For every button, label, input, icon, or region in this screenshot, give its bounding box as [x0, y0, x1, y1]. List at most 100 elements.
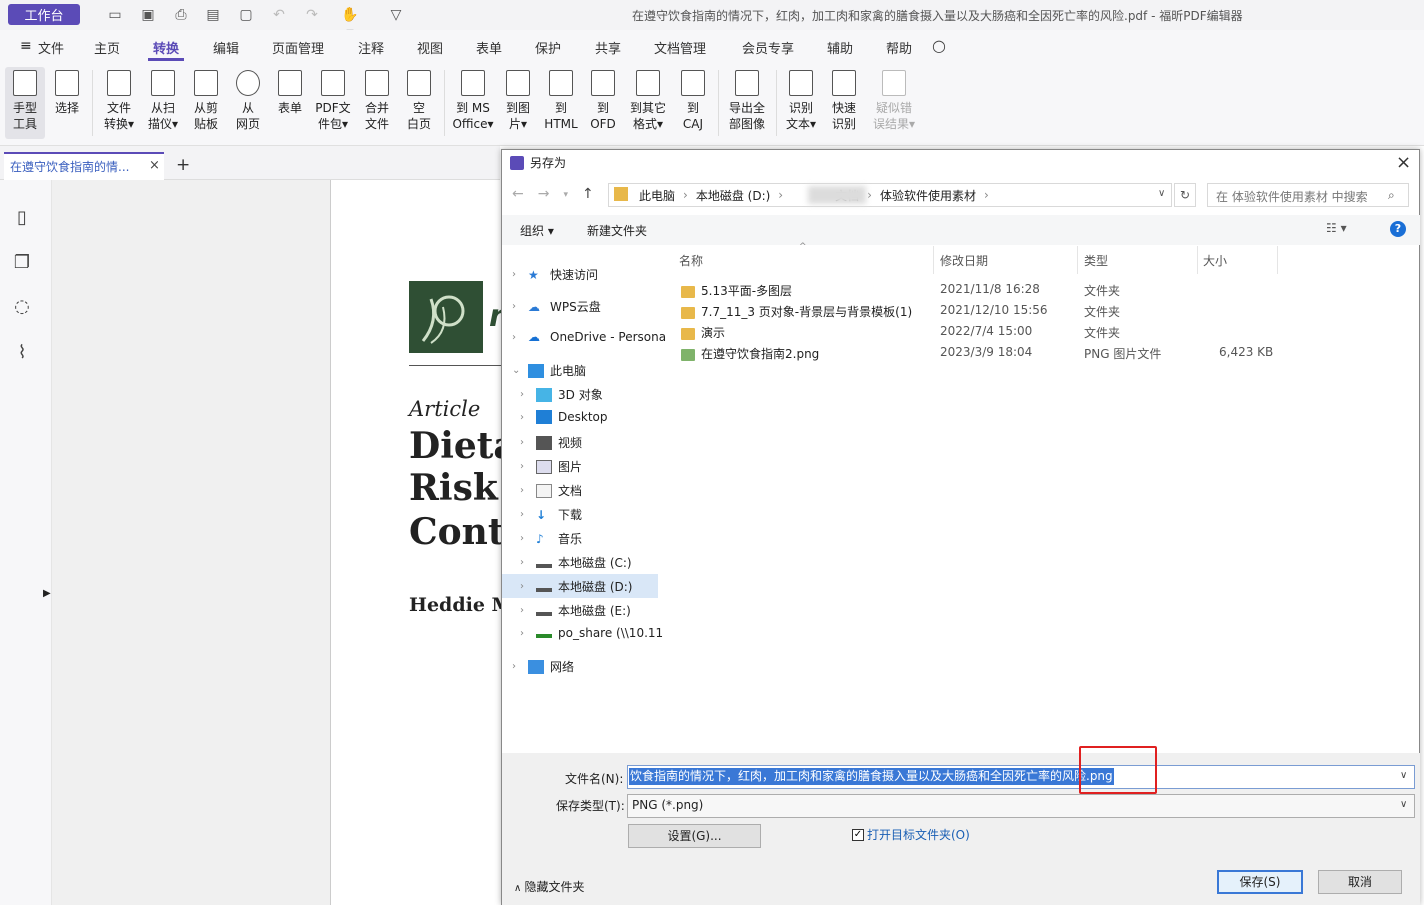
view-options-icon[interactable]: ☷ ▾ — [1326, 221, 1347, 235]
nav-pictures[interactable]: › 图片 — [520, 458, 582, 475]
open-folder-checkbox[interactable]: ✓ 打开目标文件夹(O) — [852, 826, 970, 843]
export-all-images-button[interactable]: 导出全 部图像 — [723, 66, 771, 142]
from-scanner-button[interactable]: 从扫 描仪▾ — [142, 66, 184, 142]
close-tab-icon[interactable]: × — [149, 158, 160, 173]
nav-network[interactable]: › 网络 — [512, 658, 574, 675]
nav-3d-objects[interactable]: › 3D 对象 — [520, 386, 603, 403]
nav-videos[interactable]: › 视频 — [520, 434, 582, 451]
file-row[interactable]: 5.13平面-多图层 — [681, 282, 792, 299]
nav-desktop[interactable]: › Desktop — [520, 410, 608, 424]
open-icon[interactable]: ▭ — [106, 6, 124, 24]
undo-icon[interactable]: ↶ — [270, 6, 288, 24]
recent-dropdown-icon[interactable]: ▾ — [563, 186, 568, 204]
nav-music[interactable]: › ♪ 音乐 — [520, 530, 582, 547]
merge-files-button[interactable]: 合并 文件 — [357, 66, 397, 142]
new-icon[interactable]: ▢ — [237, 6, 255, 24]
nav-wps-cloud[interactable]: › ☁ WPS云盘 — [512, 298, 601, 315]
menu-assist[interactable]: 辅助 — [827, 38, 853, 57]
ocr-text-button[interactable]: 识别 文本▾ — [781, 66, 821, 142]
nav-quick-access[interactable]: › ★ 快速访问 — [512, 266, 598, 283]
search-input[interactable]: 在 体验软件使用素材 中搜索 — [1207, 183, 1409, 207]
address-bar[interactable]: 此电脑› 本地磁盘 (D:)› 文档› 体验软件使用素材› — [608, 183, 1172, 207]
pages-icon[interactable]: ❐ — [12, 252, 32, 273]
nav-drive-e[interactable]: › 本地磁盘 (E:) — [520, 602, 631, 619]
comment-icon[interactable]: ◌ — [12, 296, 32, 317]
column-name[interactable]: 名称 — [679, 252, 703, 269]
customize-icon[interactable]: ▽ — [387, 6, 405, 24]
column-size[interactable]: 大小 — [1203, 252, 1227, 269]
menu-convert[interactable]: 转换 — [153, 38, 179, 57]
settings-button[interactable]: 设置(G)... — [628, 824, 761, 848]
workbench-button[interactable]: 工作台 — [8, 4, 80, 25]
hamburger-icon[interactable]: ≡ — [20, 38, 32, 54]
to-other-format-button[interactable]: 到其它 格式▾ — [624, 66, 672, 142]
file-row[interactable]: 7.7_11_3 页对象-背景层与背景模板(1) — [681, 303, 912, 320]
to-office-button[interactable]: 到 MS Office▾ — [450, 66, 496, 142]
from-webpage-button[interactable]: 从 网页 — [228, 66, 268, 142]
document-tab[interactable]: 在遵守饮食指南的情... — [4, 152, 164, 180]
column-type[interactable]: 类型 — [1084, 252, 1108, 269]
suspect-errors-button[interactable]: 疑似错 误结果▾ — [867, 66, 921, 142]
refresh-icon[interactable]: ↻ — [1174, 183, 1196, 207]
quick-ocr-button[interactable]: 快速 识别 — [824, 66, 864, 142]
to-image-button[interactable]: 到图 片▾ — [498, 66, 538, 142]
hand-dropdown-icon[interactable]: ✋▾ — [338, 6, 362, 41]
select-tool-button[interactable]: 选择 — [47, 66, 87, 142]
nav-documents[interactable]: › 文档 — [520, 482, 582, 499]
cancel-button[interactable]: 取消 — [1318, 870, 1402, 894]
menu-member[interactable]: 会员专享 — [742, 38, 794, 57]
blank-page-button[interactable]: 空 白页 — [399, 66, 439, 142]
column-divider[interactable] — [933, 246, 934, 274]
pdf-package-button[interactable]: PDF文 件包▾ — [311, 66, 355, 142]
attachment-icon[interactable]: ⌇ — [12, 342, 32, 363]
crumb-current-folder[interactable]: 体验软件使用素材 — [880, 187, 976, 204]
bookmark-icon[interactable]: ▯ — [12, 207, 32, 228]
redo-icon[interactable]: ↷ — [303, 6, 321, 24]
hide-folders-toggle[interactable]: ∧ 隐藏文件夹 — [514, 878, 585, 895]
forward-icon[interactable]: → — [538, 186, 550, 204]
address-dropdown-icon[interactable]: ∨ — [1158, 188, 1165, 199]
column-date[interactable]: 修改日期 — [940, 252, 988, 269]
nav-drive-d[interactable]: › 本地磁盘 (D:) — [520, 578, 632, 595]
save-type-select[interactable]: PNG (*.png) — [627, 794, 1415, 818]
nav-drive-c[interactable]: › 本地磁盘 (C:) — [520, 554, 632, 571]
menu-comment[interactable]: 注释 — [358, 38, 384, 57]
save-icon[interactable]: ▣ — [139, 6, 157, 24]
organize-button[interactable]: 组织 ▾ — [520, 222, 554, 239]
nav-downloads[interactable]: › ↓ 下载 — [520, 506, 582, 523]
file-convert-button[interactable]: 文件 转换▾ — [98, 66, 140, 142]
print-icon[interactable]: ⎙ — [172, 6, 190, 24]
nav-this-pc[interactable]: ⌄ 此电脑 — [512, 362, 586, 379]
menu-file[interactable]: 文件 — [38, 38, 64, 57]
nav-network-share[interactable]: › po_share (\\10.11 — [520, 626, 663, 640]
menu-edit[interactable]: 编辑 — [213, 38, 239, 57]
from-clipboard-button[interactable]: 从剪 贴板 — [185, 66, 227, 142]
export-icon[interactable]: ▤ — [204, 6, 222, 24]
menu-doc-manage[interactable]: 文档管理 — [654, 38, 706, 57]
expand-panel-icon[interactable]: ▶ — [43, 588, 51, 599]
search-icon[interactable]: ⌕ — [1388, 188, 1395, 203]
nav-onedrive[interactable]: › ☁ OneDrive - Persona — [512, 330, 666, 344]
menu-share[interactable]: 共享 — [595, 38, 621, 57]
up-icon[interactable]: ↑ — [582, 186, 594, 204]
save-button[interactable]: 保存(S) — [1217, 870, 1303, 894]
back-icon[interactable]: ← — [512, 186, 524, 204]
crumb-this-pc[interactable]: 此电脑 — [639, 187, 675, 204]
menu-help[interactable]: 帮助 — [886, 38, 912, 57]
menu-page-manage[interactable]: 页面管理 — [272, 38, 324, 57]
menu-view[interactable]: 视图 — [417, 38, 443, 57]
column-divider[interactable] — [1197, 246, 1198, 274]
to-ofd-button[interactable]: 到 OFD — [584, 66, 622, 142]
menu-protect[interactable]: 保护 — [535, 38, 561, 57]
close-icon[interactable]: × — [1396, 152, 1411, 173]
filename-dropdown-icon[interactable]: ∨ — [1400, 770, 1407, 781]
save-type-dropdown-icon[interactable]: ∨ — [1400, 799, 1407, 810]
to-caj-button[interactable]: 到 CAJ — [674, 66, 712, 142]
to-html-button[interactable]: 到 HTML — [540, 66, 582, 142]
hand-tool-button[interactable]: 手型 工具 — [5, 66, 45, 142]
help-icon[interactable]: ? — [1390, 221, 1406, 237]
search-icon[interactable]: ○ — [932, 36, 946, 55]
menu-home[interactable]: 主页 — [94, 38, 120, 57]
column-divider[interactable] — [1277, 246, 1278, 274]
new-folder-button[interactable]: 新建文件夹 — [587, 222, 647, 239]
